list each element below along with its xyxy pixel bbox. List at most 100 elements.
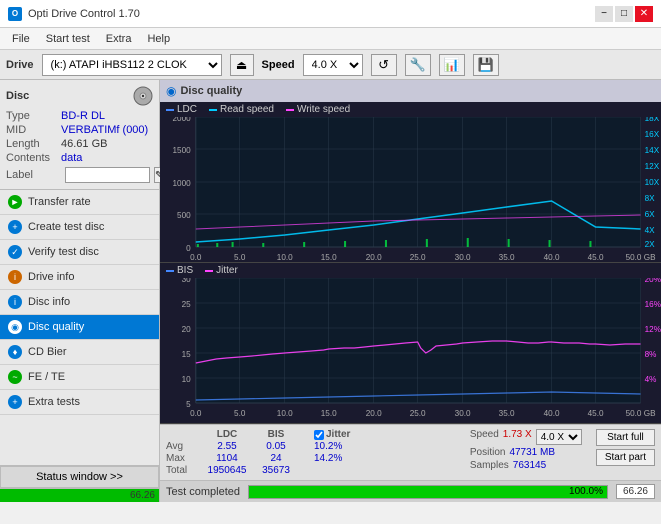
total-bis: 35673 [256, 465, 296, 476]
sidebar-item-disc-info[interactable]: i Disc info [0, 290, 159, 315]
titlebar: O Opti Drive Control 1.70 − □ ✕ [0, 0, 661, 28]
max-label: Max [166, 453, 198, 464]
speed-select-stats[interactable]: 4.0 X [536, 429, 582, 445]
speed-label-static: Speed [470, 429, 499, 445]
sidebar-item-create-test-disc[interactable]: + Create test disc [0, 215, 159, 240]
svg-text:12%: 12% [645, 325, 661, 334]
jitter-label: Jitter [216, 265, 238, 276]
settings-button2[interactable]: 📊 [439, 54, 465, 76]
menu-start-test[interactable]: Start test [38, 31, 98, 47]
close-button[interactable]: ✕ [635, 6, 653, 22]
svg-text:45.0: 45.0 [588, 409, 604, 418]
jitter-header-cell: Jitter [314, 429, 350, 440]
status-window-button[interactable]: Status window >> [0, 466, 159, 488]
verify-label: Verify test disc [28, 246, 99, 258]
maximize-button[interactable]: □ [615, 6, 633, 22]
settings-button1[interactable]: 🔧 [405, 54, 431, 76]
menu-extra[interactable]: Extra [98, 31, 140, 47]
ldc-header: LDC [202, 429, 252, 440]
chart1-legend: LDC Read speed Write speed [160, 102, 661, 117]
svg-text:50.0 GB: 50.0 GB [626, 409, 656, 418]
chart1-svg: 2000 1500 1000 500 0 18X 16X 14X 12X 10X… [160, 117, 661, 262]
read-speed-dot [209, 109, 217, 111]
dq-title: Disc quality [180, 85, 242, 97]
sidebar-item-extra-tests[interactable]: + Extra tests [0, 390, 159, 415]
spacer [300, 429, 310, 440]
spacer2 [300, 441, 310, 452]
titlebar-left: O Opti Drive Control 1.70 [8, 7, 140, 21]
stats-max-row: Max 1104 24 14.2% [166, 453, 464, 464]
menu-file[interactable]: File [4, 31, 38, 47]
svg-text:20.0: 20.0 [366, 409, 382, 418]
stats-avg-row: Avg 2.55 0.05 10.2% [166, 441, 464, 452]
svg-text:10.0: 10.0 [277, 409, 293, 418]
speed-val1: 1.73 X [503, 429, 532, 445]
disc-quality-label: Disc quality [28, 321, 84, 333]
svg-text:5: 5 [186, 400, 191, 409]
disc-label-row: Label ✎ [6, 167, 153, 183]
svg-text:10: 10 [182, 375, 192, 384]
chart2-svg: 30 25 20 15 10 5 20% 16% 12% 8% 4% 0.0 [160, 278, 661, 423]
refresh-button[interactable]: ↺ [371, 54, 397, 76]
svg-text:25.0: 25.0 [410, 409, 426, 418]
drive-info-label: Drive info [28, 271, 74, 283]
samples-value: 763145 [513, 460, 546, 471]
label-input[interactable] [65, 167, 150, 183]
contents-value: data [61, 152, 82, 164]
sidebar-item-transfer-rate[interactable]: ► Transfer rate [0, 190, 159, 215]
svg-text:30: 30 [182, 278, 192, 284]
sidebar-item-disc-quality[interactable]: ◉ Disc quality [0, 315, 159, 340]
sidebar-item-fe-te[interactable]: ~ FE / TE [0, 365, 159, 390]
bis-dot [166, 270, 174, 272]
avg-ldc: 2.55 [202, 441, 252, 452]
minimize-button[interactable]: − [595, 6, 613, 22]
drivebar: Drive (k:) ATAPI iHBS112 2 CLOK ⏏ Speed … [0, 50, 661, 80]
jitter-legend: Jitter [205, 265, 238, 276]
menu-help[interactable]: Help [139, 31, 178, 47]
bis-header: BIS [256, 429, 296, 440]
speed-badge: 66.26 [616, 484, 655, 499]
type-value: BD-R DL [61, 110, 105, 122]
svg-text:6X: 6X [645, 210, 656, 219]
eject-button[interactable]: ⏏ [230, 54, 254, 76]
create-test-icon: + [8, 220, 22, 234]
svg-text:8%: 8% [645, 350, 657, 359]
status-area: Status window >> 66.26 [0, 465, 159, 502]
fe-te-icon: ~ [8, 370, 22, 384]
svg-text:25: 25 [182, 300, 192, 309]
ldc-legend: LDC [166, 104, 197, 115]
verify-icon: ✓ [8, 245, 22, 259]
svg-text:45.0: 45.0 [588, 253, 604, 262]
bottom-progress-container: 100.0% [248, 485, 608, 499]
write-speed-dot [286, 109, 294, 111]
sidebar-item-cd-bier[interactable]: ♦ CD Bier [0, 340, 159, 365]
svg-text:2X: 2X [645, 240, 656, 249]
bottom-progress-pct: 100.0% [569, 486, 603, 498]
transfer-rate-icon: ► [8, 195, 22, 209]
create-test-label: Create test disc [28, 221, 104, 233]
start-part-button[interactable]: Start part [596, 449, 655, 466]
chart2-legend: BIS Jitter [160, 263, 661, 278]
jitter-checkbox[interactable] [314, 430, 324, 440]
svg-text:35.0: 35.0 [499, 409, 515, 418]
speed-label: Speed [262, 59, 295, 71]
cd-bier-icon: ♦ [8, 345, 22, 359]
svg-text:0: 0 [186, 244, 191, 253]
drive-select[interactable]: (k:) ATAPI iHBS112 2 CLOK [42, 54, 222, 76]
write-speed-label: Write speed [297, 104, 350, 115]
max-bis: 24 [256, 453, 296, 464]
svg-text:500: 500 [177, 211, 191, 220]
speed-select[interactable]: 4.0 X 1.0 X 2.0 X 8.0 X [303, 54, 363, 76]
start-full-button[interactable]: Start full [596, 429, 655, 446]
svg-text:18X: 18X [645, 117, 660, 123]
save-button[interactable]: 💾 [473, 54, 499, 76]
speed-row1: Speed 1.73 X 4.0 X [470, 429, 590, 445]
position-row: Position 47731 MB [470, 447, 590, 458]
sidebar-item-drive-info[interactable]: i Drive info [0, 265, 159, 290]
fe-te-label: FE / TE [28, 371, 65, 383]
stats-bar: LDC BIS Jitter Avg 2.55 0.05 10.2% [160, 424, 661, 480]
avg-label: Avg [166, 441, 198, 452]
sidebar-item-verify-test-disc[interactable]: ✓ Verify test disc [0, 240, 159, 265]
svg-text:16%: 16% [645, 300, 661, 309]
svg-text:1000: 1000 [172, 179, 191, 188]
